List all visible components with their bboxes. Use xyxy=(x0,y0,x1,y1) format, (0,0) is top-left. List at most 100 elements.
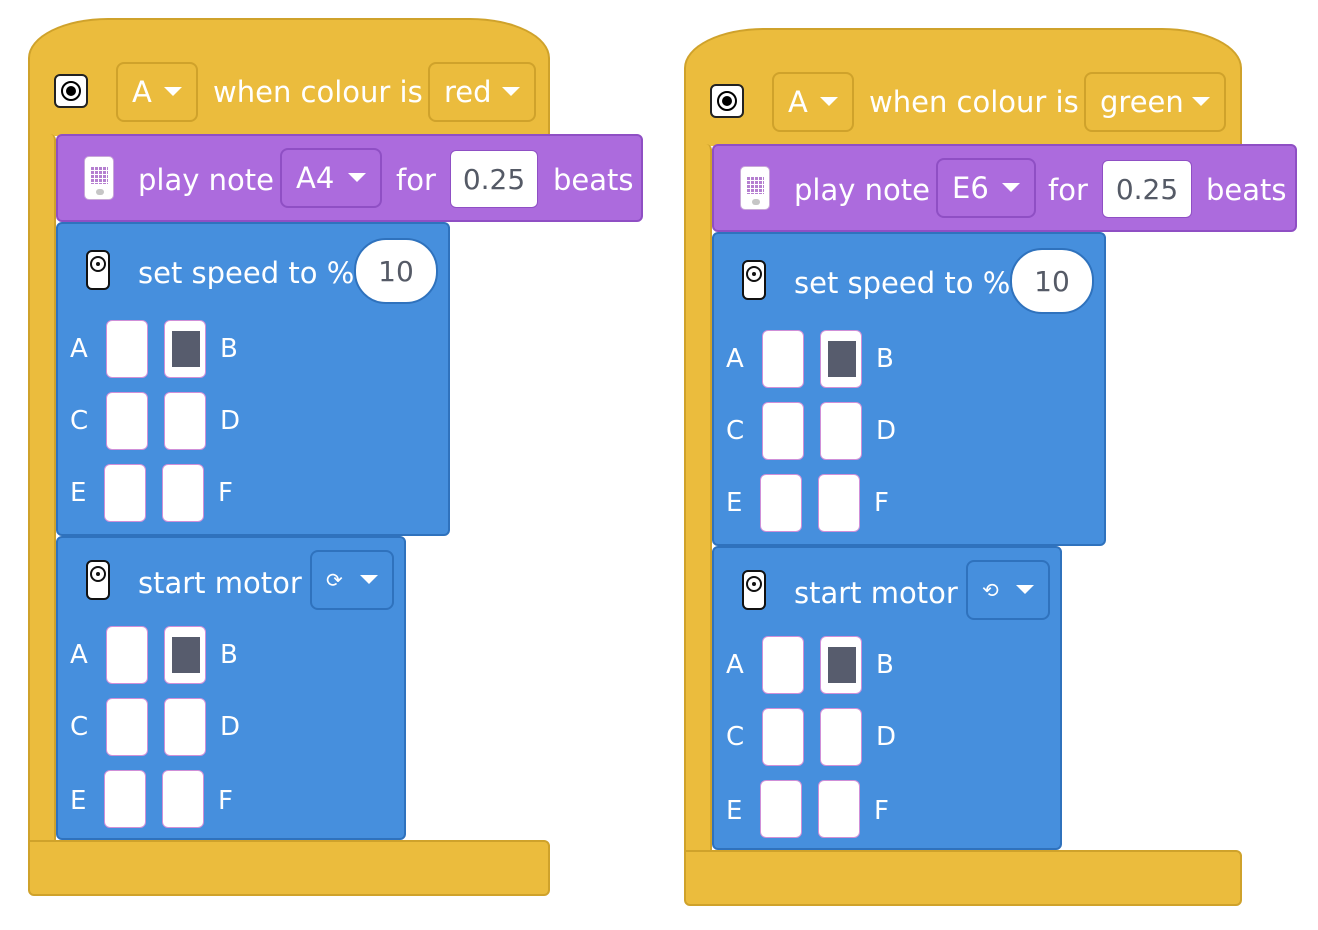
colour-dropdown[interactable]: red xyxy=(428,62,536,122)
port-c-toggle[interactable] xyxy=(106,698,148,756)
port-b-toggle[interactable] xyxy=(820,636,862,694)
when-colour-label: when colour is xyxy=(213,75,423,109)
chevron-down-icon xyxy=(348,173,366,182)
event-c-body xyxy=(684,144,712,854)
beats-label: beats xyxy=(1206,173,1287,207)
start-motor-block[interactable]: start motor ⟳ A B C D E F xyxy=(56,536,406,840)
port-label-f: F xyxy=(874,488,889,518)
port-a-toggle[interactable] xyxy=(106,626,148,684)
color-sensor-icon xyxy=(54,74,88,108)
when-colour-label: when colour is xyxy=(869,85,1079,119)
color-sensor-icon xyxy=(710,84,744,118)
motor-icon xyxy=(742,570,766,610)
port-c-toggle[interactable] xyxy=(762,708,804,766)
port-e-toggle[interactable] xyxy=(104,770,146,828)
port-label-c: C xyxy=(70,406,89,436)
port-label-d: D xyxy=(876,722,897,752)
port-f-toggle[interactable] xyxy=(162,464,204,522)
colour-dropdown[interactable]: green xyxy=(1084,72,1226,132)
port-label-f: F xyxy=(218,786,233,816)
motor-icon xyxy=(742,260,766,300)
port-label-a: A xyxy=(70,640,88,670)
beats-input[interactable]: 0.25 xyxy=(450,150,538,208)
port-b-toggle[interactable] xyxy=(164,626,206,684)
port-f-toggle[interactable] xyxy=(162,770,204,828)
beats-input[interactable]: 0.25 xyxy=(1102,160,1192,218)
port-c-toggle[interactable] xyxy=(106,392,148,450)
port-label-a: A xyxy=(726,650,744,680)
chevron-down-icon xyxy=(360,575,378,584)
colour-value: green xyxy=(1100,85,1184,119)
port-a-toggle[interactable] xyxy=(762,636,804,694)
set-speed-label: set speed to % xyxy=(794,266,1011,300)
port-label-a: A xyxy=(726,344,744,374)
port-dropdown[interactable]: A xyxy=(772,72,854,132)
motor-icon xyxy=(86,250,110,290)
clockwise-icon: ⟳ xyxy=(326,568,343,592)
port-b-toggle[interactable] xyxy=(164,320,206,378)
set-speed-label: set speed to % xyxy=(138,256,355,290)
colour-value: red xyxy=(444,75,492,109)
port-a-toggle[interactable] xyxy=(762,330,804,388)
port-label-b: B xyxy=(876,344,894,374)
play-note-label: play note xyxy=(138,163,274,197)
port-label-e: E xyxy=(70,786,87,816)
chevron-down-icon xyxy=(502,87,520,96)
port-dropdown[interactable]: A xyxy=(116,62,198,122)
speed-input[interactable]: 10 xyxy=(1010,248,1094,314)
port-label-f: F xyxy=(874,796,889,826)
port-d-toggle[interactable] xyxy=(164,698,206,756)
note-value: A4 xyxy=(296,161,335,195)
chevron-down-icon xyxy=(164,87,182,96)
note-dropdown[interactable]: A4 xyxy=(280,148,382,208)
port-f-toggle[interactable] xyxy=(818,780,860,838)
event-c-body xyxy=(28,134,56,844)
port-label-e: E xyxy=(726,488,743,518)
play-note-block[interactable]: play note A4 for 0.25 beats xyxy=(56,134,643,222)
play-note-block[interactable]: play note E6 for 0.25 beats xyxy=(712,144,1297,232)
chevron-down-icon xyxy=(1016,585,1034,594)
port-label-b: B xyxy=(220,640,238,670)
port-c-toggle[interactable] xyxy=(762,402,804,460)
set-speed-block[interactable]: set speed to % 10 A B C D E F xyxy=(712,232,1106,546)
port-value: A xyxy=(132,75,152,109)
port-e-toggle[interactable] xyxy=(760,474,802,532)
port-label-c: C xyxy=(70,712,89,742)
port-b-toggle[interactable] xyxy=(820,330,862,388)
port-a-toggle[interactable] xyxy=(106,320,148,378)
set-speed-block[interactable]: set speed to % 10 A B C D E F xyxy=(56,222,450,536)
port-d-toggle[interactable] xyxy=(164,392,206,450)
play-note-label: play note xyxy=(794,173,930,207)
port-e-toggle[interactable] xyxy=(760,780,802,838)
event-c-foot xyxy=(28,840,550,896)
port-label-d: D xyxy=(876,416,897,446)
start-motor-block[interactable]: start motor ⟲ A B C D E F xyxy=(712,546,1062,850)
for-label: for xyxy=(1048,173,1088,207)
for-label: for xyxy=(396,163,436,197)
speed-input[interactable]: 10 xyxy=(354,238,438,304)
port-f-toggle[interactable] xyxy=(818,474,860,532)
note-dropdown[interactable]: E6 xyxy=(936,158,1036,218)
chevron-down-icon xyxy=(1192,97,1210,106)
hub-icon xyxy=(84,156,114,200)
port-label-a: A xyxy=(70,334,88,364)
counterclockwise-icon: ⟲ xyxy=(982,578,999,602)
motor-icon xyxy=(86,560,110,600)
port-e-toggle[interactable] xyxy=(104,464,146,522)
hub-icon xyxy=(740,166,770,210)
beats-label: beats xyxy=(553,163,634,197)
start-motor-label: start motor xyxy=(138,566,302,600)
port-value: A xyxy=(788,85,808,119)
direction-dropdown[interactable]: ⟳ xyxy=(310,550,394,610)
port-label-e: E xyxy=(70,478,87,508)
note-value: E6 xyxy=(952,171,989,205)
direction-dropdown[interactable]: ⟲ xyxy=(966,560,1050,620)
port-label-c: C xyxy=(726,416,745,446)
chevron-down-icon xyxy=(1002,183,1020,192)
port-d-toggle[interactable] xyxy=(820,708,862,766)
port-label-c: C xyxy=(726,722,745,752)
port-d-toggle[interactable] xyxy=(820,402,862,460)
chevron-down-icon xyxy=(820,97,838,106)
port-label-e: E xyxy=(726,796,743,826)
port-label-b: B xyxy=(220,334,238,364)
